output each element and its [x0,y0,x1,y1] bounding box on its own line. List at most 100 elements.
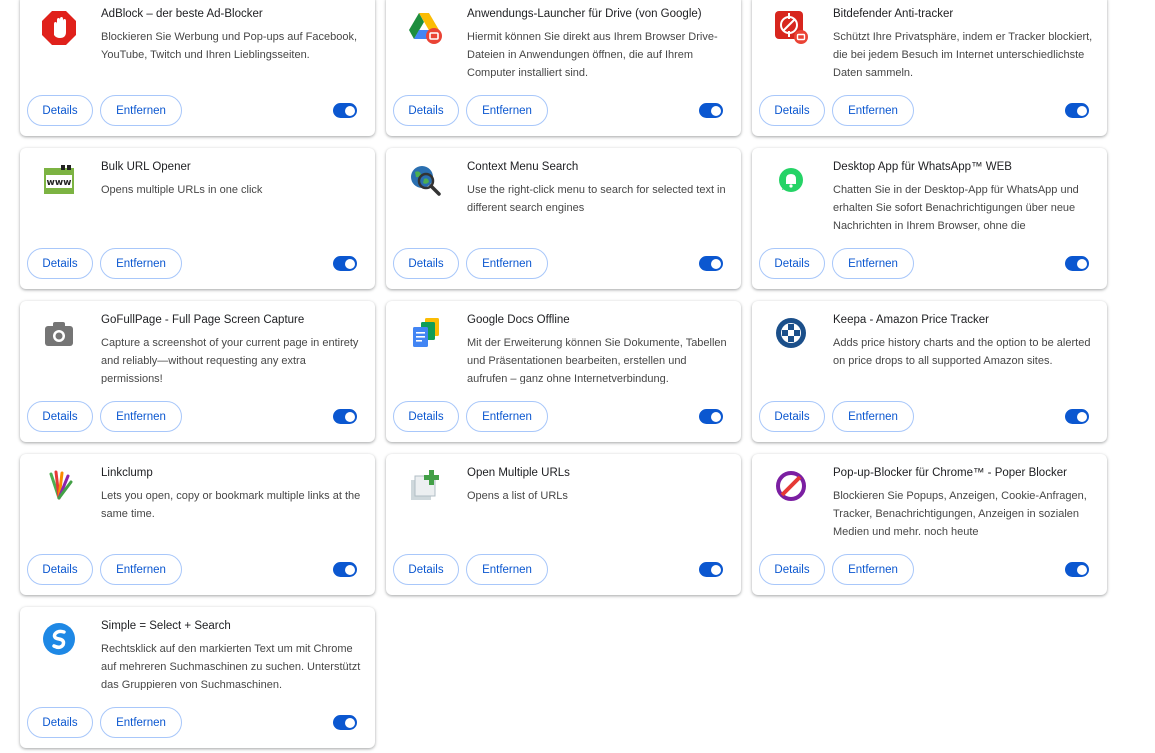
whatsapp-bell-icon [773,162,809,198]
enable-toggle[interactable] [333,103,357,118]
remove-button[interactable]: Entfernen [466,401,548,432]
enable-toggle[interactable] [333,256,357,271]
details-button[interactable]: Details [27,248,93,279]
extension-card: Bitdefender Anti-tracker Schützt Ihre Pr… [752,0,1107,136]
remove-button[interactable]: Entfernen [466,248,548,279]
extension-title: GoFullPage - Full Page Screen Capture [101,314,305,326]
toggle-knob [1077,258,1087,269]
extension-card: Simple = Select + Search Rechtsklick auf… [20,607,375,748]
enable-toggle[interactable] [699,409,723,424]
toggle-knob [345,258,355,269]
enable-toggle[interactable] [699,562,723,577]
extension-description: Opens a list of URLs [467,490,568,502]
extension-card: www Bulk URL Opener Opens multiple URLs … [20,148,375,289]
toggle-knob [1077,564,1087,575]
remove-button[interactable]: Entfernen [100,401,182,432]
details-button[interactable]: Details [393,95,459,126]
svg-text:www: www [47,178,72,188]
enable-toggle[interactable] [1065,409,1089,424]
remove-button[interactable]: Entfernen [466,554,548,585]
simple-search-icon [41,621,77,657]
globe-search-icon [407,162,443,198]
extension-title: Google Docs Offline [467,314,570,326]
extension-card: Context Menu Search Use the right-click … [386,148,741,289]
extension-description: Blockieren Sie Popups, Anzeigen, Cookie-… [833,490,1087,537]
extension-card: AdBlock – der beste Ad-Blocker Blockiere… [20,0,375,136]
camera-icon [41,315,77,351]
remove-button[interactable]: Entfernen [832,95,914,126]
details-button[interactable]: Details [759,248,825,279]
enable-toggle[interactable] [333,562,357,577]
google-drive-icon [407,9,443,45]
extension-title: Anwendungs-Launcher für Drive (von Googl… [467,8,702,20]
toggle-knob [345,717,355,728]
enable-toggle[interactable] [699,103,723,118]
details-button[interactable]: Details [27,707,93,738]
remove-button[interactable]: Entfernen [832,401,914,432]
details-button[interactable]: Details [393,554,459,585]
extension-description: Adds price history charts and the option… [833,337,1091,367]
extension-card: Keepa - Amazon Price Tracker Adds price … [752,301,1107,442]
remove-button[interactable]: Entfernen [466,95,548,126]
extension-title: Open Multiple URLs [467,467,570,479]
keepa-icon [773,315,809,351]
extension-title: Bulk URL Opener [101,161,191,173]
remove-button[interactable]: Entfernen [100,707,182,738]
extension-title: AdBlock – der beste Ad-Blocker [101,8,263,20]
extension-card: Google Docs Offline Mit der Erweiterung … [386,301,741,442]
remove-button[interactable]: Entfernen [100,554,182,585]
toggle-knob [711,105,721,116]
extension-card: Anwendungs-Launcher für Drive (von Googl… [386,0,741,136]
enable-toggle[interactable] [1065,256,1089,271]
details-button[interactable]: Details [759,401,825,432]
extension-title: Pop-up-Blocker für Chrome™ - Poper Block… [833,467,1067,479]
toggle-knob [345,105,355,116]
toggle-knob [1077,105,1087,116]
extension-card: Desktop App für WhatsApp™ WEB Chatten Si… [752,148,1107,289]
details-button[interactable]: Details [27,401,93,432]
extension-title: Context Menu Search [467,161,579,173]
open-multiple-icon [407,468,443,504]
toggle-knob [1077,411,1087,422]
toggle-knob [345,411,355,422]
extension-title: Desktop App für WhatsApp™ WEB [833,161,1012,173]
extension-description: Hiermit können Sie direkt aus Ihrem Brow… [467,31,718,78]
enable-toggle[interactable] [333,409,357,424]
remove-button[interactable]: Entfernen [100,95,182,126]
extension-card: Open Multiple URLs Opens a list of URLs … [386,454,741,595]
details-button[interactable]: Details [27,95,93,126]
extension-card: Pop-up-Blocker für Chrome™ - Poper Block… [752,454,1107,595]
enable-toggle[interactable] [699,256,723,271]
bitdefender-icon [773,9,809,45]
extension-description: Schützt Ihre Privatsphäre, indem er Trac… [833,31,1093,78]
details-button[interactable]: Details [759,95,825,126]
details-button[interactable]: Details [27,554,93,585]
toggle-knob [711,411,721,422]
enable-toggle[interactable] [1065,562,1089,577]
details-button[interactable]: Details [393,248,459,279]
extension-card: GoFullPage - Full Page Screen Capture Ca… [20,301,375,442]
toggle-knob [345,564,355,575]
extension-title: Keepa - Amazon Price Tracker [833,314,989,326]
google-docs-icon [407,315,443,351]
remove-button[interactable]: Entfernen [100,248,182,279]
extension-description: Capture a screenshot of your current pag… [101,337,359,384]
extension-title: Linkclump [101,467,153,479]
toggle-knob [711,258,721,269]
enable-toggle[interactable] [333,715,357,730]
adblock-icon [41,9,77,45]
www-icon: www [41,162,77,198]
details-button[interactable]: Details [759,554,825,585]
remove-button[interactable]: Entfernen [832,248,914,279]
details-button[interactable]: Details [393,401,459,432]
remove-button[interactable]: Entfernen [832,554,914,585]
extension-card: Linkclump Lets you open, copy or bookmar… [20,454,375,595]
extension-description: Rechtsklick auf den markierten Text um m… [101,643,361,690]
poper-blocker-icon [773,468,809,504]
enable-toggle[interactable] [1065,103,1089,118]
linkclump-icon [41,468,77,504]
extension-description: Opens multiple URLs in one click [101,184,263,196]
extension-title: Simple = Select + Search [101,620,231,632]
extension-description: Mit der Erweiterung können Sie Dokumente… [467,337,727,384]
extension-description: Chatten Sie in der Desktop-App für Whats… [833,184,1079,231]
